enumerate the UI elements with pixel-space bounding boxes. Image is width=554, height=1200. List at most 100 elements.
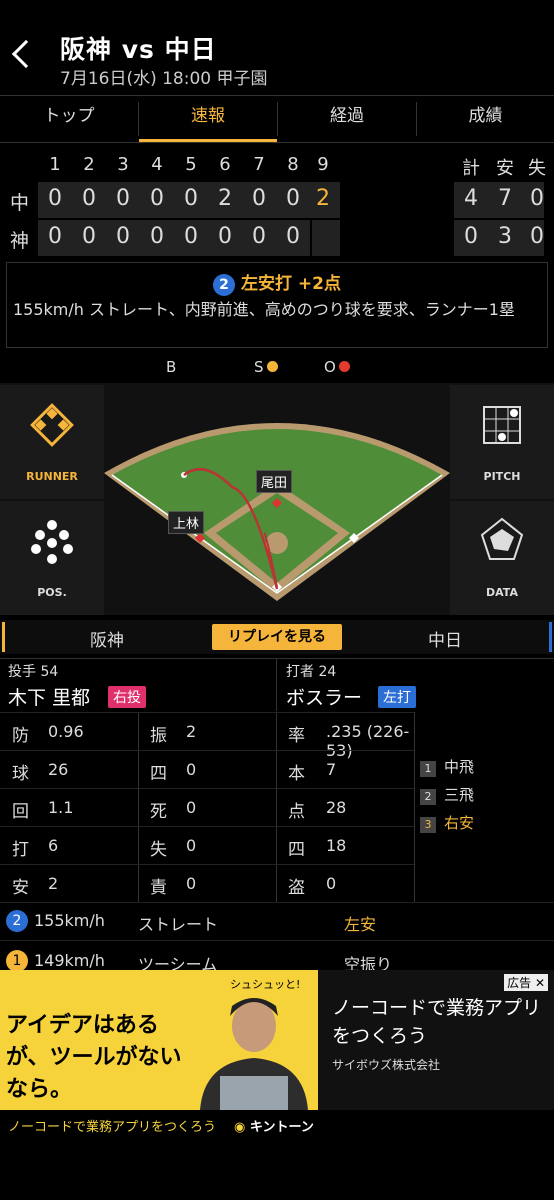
player-header: 投手 54 木下 里都 右投 打者 24 ボスラー 左打 <box>0 658 554 711</box>
stat-value: 28 <box>326 798 347 817</box>
total-runs: 4 <box>464 186 478 211</box>
team-home-label[interactable]: 阪神 <box>90 626 124 651</box>
score-cell: 0 <box>184 186 198 211</box>
ad-footer: ノーコードで業務アプリをつくろう ◉ キントーン <box>0 1110 554 1140</box>
ad-brand: ◉ キントーン <box>234 1116 314 1135</box>
stat-value: 0 <box>186 836 197 855</box>
replay-button[interactable]: リプレイを見る <box>212 624 342 650</box>
score-cell: 0 <box>286 224 300 249</box>
play-title: 2 左安打 +2点 <box>7 269 547 296</box>
team-home: 神 <box>10 230 30 252</box>
ad-banner[interactable]: アイデアはあるが、ツールがないなら。 シュシュッと! ノーコードで業務アプリをつ… <box>0 970 554 1140</box>
runner-button[interactable]: RUNNER <box>0 385 104 499</box>
pitch-type: ストレート <box>138 915 219 934</box>
header: 阪神 vs 中日 7月16日(水) 18:00 甲子園 <box>0 0 554 95</box>
pitch-grid-icon <box>483 406 521 444</box>
out-dot-icon <box>338 361 350 372</box>
score-cell: 0 <box>150 224 164 249</box>
radar-chart-icon <box>480 517 524 560</box>
ad-company: サイボウズ株式会社 <box>332 1058 441 1072</box>
strike-count: S <box>254 358 278 376</box>
ad-headline: アイデアはあるが、ツールがないなら。 <box>6 1013 182 1102</box>
pitcher-hand-badge: 右投 <box>108 686 146 708</box>
fielder-label-2: 上林 <box>168 511 205 534</box>
field-view: RUNNER POS. PITCH DATA 尾田 上林 <box>0 383 554 615</box>
pitch-result: 左安 <box>344 915 377 934</box>
pitch-button[interactable]: PITCH <box>450 385 554 499</box>
page-title: 阪神 vs 中日 <box>60 35 217 64</box>
stat-value: 26 <box>48 760 69 779</box>
pitcher-name[interactable]: 木下 里都 <box>8 683 90 710</box>
stat-value: 2 <box>48 874 59 893</box>
inning-header: 7 <box>253 154 265 175</box>
stat-value: 0.96 <box>48 722 84 741</box>
inning-header: 4 <box>151 154 163 175</box>
tab-top[interactable]: トップ <box>0 96 138 142</box>
score-cell: 0 <box>286 186 300 211</box>
score-row-home: 0 0 0 0 0 0 0 0 <box>38 220 340 256</box>
tab-stats[interactable]: 成績 <box>417 96 554 142</box>
pitch-number-badge: 2 <box>6 910 28 932</box>
score-cell: 0 <box>116 224 130 249</box>
strike-dot-icon <box>266 361 278 372</box>
total-runs: 0 <box>464 224 478 249</box>
at-bat-number: 3 <box>420 817 436 833</box>
pitch-number-badge: 1 <box>6 950 28 972</box>
stats-row: 防 0.96 振 2 率 .235 (226-53) <box>0 712 414 760</box>
data-label: DATA <box>486 586 518 599</box>
position-button[interactable]: POS. <box>0 501 104 615</box>
score-cell: 0 <box>82 186 96 211</box>
ad-tag: 広告 ✕ <box>504 974 548 991</box>
back-arrow-icon[interactable] <box>11 39 41 69</box>
stat-key: 本 <box>288 764 305 784</box>
score-row-away: 0 0 0 0 0 2 0 0 2 <box>38 182 340 218</box>
data-button[interactable]: DATA <box>450 501 554 615</box>
score-cell: 0 <box>48 186 62 211</box>
total-header: 安 <box>496 158 514 179</box>
team-away: 中 <box>10 192 30 214</box>
strike-label: S <box>254 358 264 376</box>
ad-close-icon[interactable]: ✕ <box>535 976 545 990</box>
stats-row: 球 26 四 0 本 7 <box>0 750 414 786</box>
out-label: O <box>324 358 336 376</box>
pitch-speed: 149km/h <box>34 951 105 970</box>
tab-live[interactable]: 速報 <box>139 96 277 142</box>
batter-label: 打者 24 <box>286 664 337 680</box>
total-header: 失 <box>528 158 546 179</box>
stat-key: 率 <box>288 726 305 746</box>
total-errors: 0 <box>530 224 544 249</box>
at-bat-result: 2 三飛 <box>420 784 474 805</box>
tab-progress[interactable]: 経過 <box>278 96 416 142</box>
batter-hand-badge: 左打 <box>378 686 416 708</box>
stat-key: 打 <box>12 840 29 860</box>
ad-brand-name: キントーン <box>249 1120 314 1135</box>
stat-key: 盗 <box>288 878 305 898</box>
play-card[interactable]: 2 左安打 +2点 155km/h ストレート、内野前進、高めのつり球を要求、ラン… <box>6 262 548 348</box>
stat-key: 失 <box>150 840 167 860</box>
team-away-label[interactable]: 中日 <box>428 626 462 651</box>
ad-copy: ノーコードで業務アプリをつくろう <box>332 997 542 1047</box>
stat-value: 0 <box>186 798 197 817</box>
bottom-area <box>0 1140 554 1200</box>
score-cell: 0 <box>252 186 266 211</box>
stat-value: 6 <box>48 836 59 855</box>
inning-header: 2 <box>83 154 95 175</box>
runner-icon <box>30 403 74 447</box>
total-hits: 7 <box>498 186 512 211</box>
at-bat-number: 2 <box>420 789 436 805</box>
fielder-label-1: 尾田 <box>256 470 293 493</box>
score-cell: 2 <box>218 186 232 211</box>
pitch-row[interactable]: 2 155km/h ストレート 左安 <box>0 902 554 940</box>
total-errors: 0 <box>530 186 544 211</box>
score-cell: 0 <box>218 224 232 249</box>
totals-home: 0 3 0 <box>454 220 544 256</box>
stat-key: 安 <box>12 878 29 898</box>
inning-header: 3 <box>117 154 129 175</box>
pitch-number-badge: 2 <box>213 274 235 296</box>
batter-name[interactable]: ボスラー <box>286 683 362 710</box>
at-bat-result-current: 3 右安 <box>420 812 474 833</box>
stat-value: 0 <box>186 760 197 779</box>
at-bat-number: 1 <box>420 761 436 777</box>
total-header: 計 <box>462 158 480 179</box>
stat-value: 0 <box>186 874 197 893</box>
